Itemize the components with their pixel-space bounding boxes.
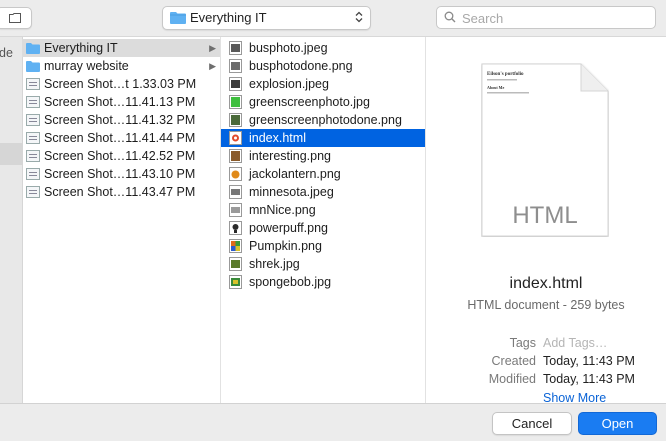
file-item-mnnice[interactable]: mnNice.png <box>221 201 425 219</box>
disclosure-arrow-icon: ▶ <box>209 43 216 53</box>
preview-file-name: index.html <box>509 275 583 292</box>
location-popup[interactable]: Everything IT <box>162 6 371 30</box>
disclosure-arrow-icon: ▶ <box>209 61 216 71</box>
image-file-icon <box>229 239 242 253</box>
screenshot-file-icon <box>26 132 40 144</box>
file-item-busphoto[interactable]: busphoto.jpeg <box>221 39 425 57</box>
file-item-index-html[interactable]: index.html <box>221 129 425 147</box>
list-item-screenshot[interactable]: Screen Shot…11.41.13 PM <box>22 93 220 111</box>
created-label: Created <box>491 354 536 368</box>
modified-value: Today, 11:43 PM <box>543 372 635 386</box>
modified-label: Modified <box>488 372 536 386</box>
chevron-updown-icon <box>355 11 363 23</box>
image-file-icon <box>229 185 242 199</box>
image-file-icon <box>229 149 242 163</box>
sidebar-partial-label[interactable]: de <box>0 46 13 60</box>
file-item-powerpuff[interactable]: powerpuff.png <box>221 219 425 237</box>
screenshot-file-icon <box>26 114 40 126</box>
sidebar: de <box>0 37 23 403</box>
list-item-screenshot[interactable]: Screen Shot…11.41.44 PM <box>22 129 220 147</box>
toolbar: Everything IT <box>0 0 666 36</box>
search-icon <box>444 11 456 23</box>
image-file-icon <box>229 275 242 289</box>
cancel-button[interactable]: Cancel <box>492 412 572 435</box>
file-item-shrek[interactable]: shrek.jpg <box>221 255 425 273</box>
list-item-screenshot[interactable]: Screen Shot…11.42.52 PM <box>22 147 220 165</box>
image-file-icon <box>229 77 242 91</box>
html-document-thumbnail: Eilson's portfolio About Me HTML <box>481 63 609 237</box>
file-item-greenscreenphoto[interactable]: greenscreenphoto.jpg <box>221 93 425 111</box>
new-folder-button[interactable] <box>0 7 32 29</box>
open-button[interactable]: Open <box>578 412 657 435</box>
search-input[interactable] <box>460 8 650 28</box>
screenshot-file-icon <box>26 78 40 90</box>
tags-field[interactable]: Add Tags… <box>543 336 607 350</box>
image-file-icon <box>229 41 242 55</box>
list-item-everything-it[interactable]: Everything IT ▶ <box>22 39 220 57</box>
dialog-footer: Cancel Open <box>0 403 666 441</box>
file-browser: de Everything IT ▶ murray website ▶ Scre… <box>0 36 666 405</box>
sidebar-selected-item[interactable] <box>0 143 22 165</box>
folder-icon <box>170 12 186 24</box>
file-item-pumpkin[interactable]: Pumpkin.png <box>221 237 425 255</box>
column-2: busphoto.jpeg busphotodone.png explosion… <box>221 37 426 403</box>
file-item-interesting[interactable]: interesting.png <box>221 147 425 165</box>
file-item-greenscreenphotodone[interactable]: greenscreenphotodone.png <box>221 111 425 129</box>
search-field[interactable] <box>436 6 656 29</box>
preview-file-kind: HTML document - 259 bytes <box>467 298 625 312</box>
thumb-heading: Eilson's portfolio <box>487 72 524 77</box>
list-item-screenshot[interactable]: Screen Shot…t 1.33.03 PM <box>22 75 220 93</box>
created-value: Today, 11:43 PM <box>543 354 635 368</box>
thumb-label: HTML <box>512 202 577 229</box>
list-item-screenshot[interactable]: Screen Shot…11.41.32 PM <box>22 111 220 129</box>
screenshot-file-icon <box>26 96 40 108</box>
screenshot-file-icon <box>26 150 40 162</box>
image-file-icon <box>229 203 242 217</box>
html-file-icon <box>229 131 242 145</box>
location-label: Everything IT <box>190 10 267 25</box>
tags-label: Tags <box>509 336 536 350</box>
folder-icon <box>26 43 40 54</box>
image-file-icon <box>229 95 242 109</box>
screenshot-file-icon <box>26 186 40 198</box>
list-item-screenshot[interactable]: Screen Shot…11.43.47 PM <box>22 183 220 201</box>
file-item-busphotodone[interactable]: busphotodone.png <box>221 57 425 75</box>
new-folder-icon <box>9 13 21 23</box>
column-1: Everything IT ▶ murray website ▶ Screen … <box>22 37 221 403</box>
preview-pane: Eilson's portfolio About Me HTML index.h… <box>426 37 666 405</box>
file-item-minnesota[interactable]: minnesota.jpeg <box>221 183 425 201</box>
list-item-screenshot[interactable]: Screen Shot…11.43.10 PM <box>22 165 220 183</box>
image-file-icon <box>229 221 242 235</box>
image-file-icon <box>229 59 242 73</box>
file-item-jackolantern[interactable]: jackolantern.png <box>221 165 425 183</box>
folder-icon <box>26 61 40 72</box>
thumb-subheading: About Me <box>487 85 504 90</box>
image-file-icon <box>229 167 242 181</box>
image-file-icon <box>229 113 242 127</box>
screenshot-file-icon <box>26 168 40 180</box>
file-item-spongebob[interactable]: spongebob.jpg <box>221 273 425 291</box>
file-item-explosion[interactable]: explosion.jpeg <box>221 75 425 93</box>
list-item-murray-website[interactable]: murray website ▶ <box>22 57 220 75</box>
image-file-icon <box>229 257 242 271</box>
